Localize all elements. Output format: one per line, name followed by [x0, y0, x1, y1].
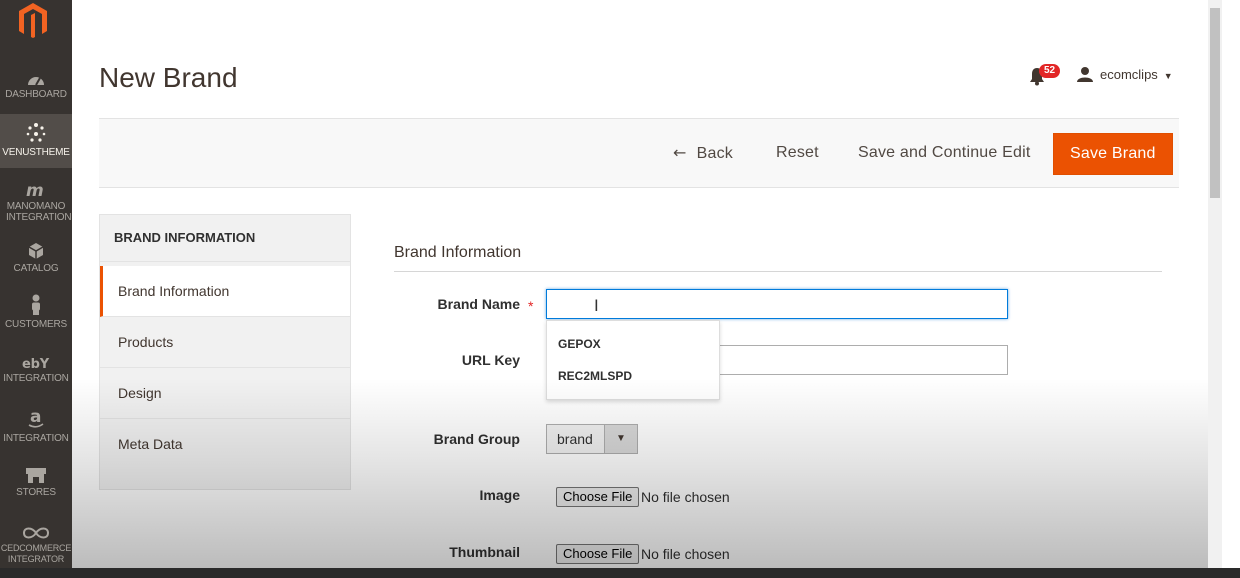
notification-count-badge[interactable]: 52 [1039, 64, 1061, 78]
username: ecomclips [1100, 67, 1158, 82]
catalog-box-icon [28, 243, 44, 259]
section-divider [394, 271, 1162, 272]
nav-venustheme[interactable]: VENUSTHEME [0, 114, 72, 168]
nav-label: VENUSTHEME [2, 147, 70, 158]
amazon-icon: a [28, 408, 44, 428]
infinity-icon [22, 527, 50, 539]
image-label: Image [479, 487, 520, 503]
brand-group-value: brand [557, 431, 593, 447]
nav-label: CEDCOMMERCE INTEGRATOR [0, 543, 72, 564]
nav-catalog[interactable]: CATALOG [0, 242, 72, 278]
image-choose-file-button[interactable]: Choose File [556, 487, 640, 507]
nav-label: MANOMANO INTEGRATION [6, 201, 72, 223]
nav-stores[interactable]: STORES [0, 466, 72, 500]
image-file-status: No file chosen [641, 489, 730, 505]
customers-person-icon [32, 294, 40, 315]
nav-ebay-integration[interactable]: ebY INTEGRATION [0, 356, 72, 394]
thumbnail-file-status: No file chosen [641, 546, 730, 562]
tab-design[interactable]: Design [100, 368, 350, 419]
back-button[interactable]: ← Back [673, 133, 733, 173]
section-title: Brand Information [394, 244, 522, 261]
nav-label: CUSTOMERS [5, 319, 67, 330]
chevron-down-icon: ▼ [1163, 71, 1173, 81]
back-label: Back [696, 145, 733, 162]
nav-cedcommerce-integrator[interactable]: CEDCOMMERCE INTEGRATOR [0, 526, 72, 570]
ebay-icon: ebY [22, 357, 50, 370]
nav-manomano-integration[interactable]: m MANOMANO INTEGRATION [0, 182, 72, 228]
nav-label: INTEGRATION [3, 373, 69, 384]
page-scrollbar[interactable] [1208, 0, 1222, 578]
page-actions-bar: ← Back Reset Save and Continue Edit Save … [99, 118, 1179, 188]
nav-customers[interactable]: CUSTOMERS [0, 294, 72, 332]
autocomplete-dropdown: GEPOX REC2MLSPD [546, 320, 720, 400]
thumbnail-choose-file-button[interactable]: Choose File [556, 544, 640, 564]
brand-group-label: Brand Group [433, 431, 520, 447]
nav-label: INTEGRATION [3, 433, 69, 444]
autocomplete-option[interactable]: GEPOX [558, 337, 601, 351]
required-asterisk: * [528, 298, 534, 314]
nav-label: STORES [16, 487, 56, 498]
scrollbar-thumb[interactable] [1210, 8, 1220, 198]
svg-text:a: a [30, 408, 41, 427]
user-account-menu[interactable]: ecomclips ▼ [1076, 66, 1173, 82]
nav-label: CATALOG [13, 263, 59, 274]
save-brand-button[interactable]: Save Brand [1053, 133, 1173, 175]
admin-sidebar: DASHBOARD VENUSTHEME m MANOMANO INTEGRAT… [0, 0, 72, 578]
manomano-icon: m [26, 182, 44, 198]
autocomplete-option[interactable]: REC2MLSPD [558, 369, 632, 383]
main-content: New Brand 52 ecomclips ▼ ← Back Reset Save… [72, 0, 1208, 578]
reset-button[interactable]: Reset [776, 133, 819, 173]
tabs-heading: BRAND INFORMATION [100, 215, 350, 262]
brand-name-input[interactable]: I [546, 289, 1008, 319]
svg-text:m: m [26, 182, 44, 198]
dropdown-arrow-icon: ▼ [604, 425, 637, 453]
dashboard-icon [28, 77, 44, 86]
user-icon [1077, 67, 1093, 82]
nav-label: DASHBOARD [5, 89, 67, 100]
brand-group-select[interactable]: brand ▼ [546, 424, 638, 454]
svg-text:ebY: ebY [22, 357, 50, 370]
nav-amazon-integration[interactable]: a INTEGRATION [0, 408, 72, 452]
url-key-label: URL Key [461, 352, 520, 368]
text-cursor-icon: I [594, 296, 599, 315]
arrow-left-icon: ← [673, 143, 687, 162]
thumbnail-label: Thumbnail [449, 544, 520, 560]
stores-icon [26, 468, 46, 483]
bottom-strip [0, 568, 1240, 578]
nav-dashboard[interactable]: DASHBOARD [0, 72, 72, 114]
magento-logo[interactable] [14, 0, 52, 42]
save-continue-edit-button[interactable]: Save and Continue Edit [858, 133, 1031, 173]
brand-name-label: Brand Name [437, 296, 520, 312]
page-title: New Brand [99, 62, 238, 93]
venustheme-icon [26, 123, 46, 142]
